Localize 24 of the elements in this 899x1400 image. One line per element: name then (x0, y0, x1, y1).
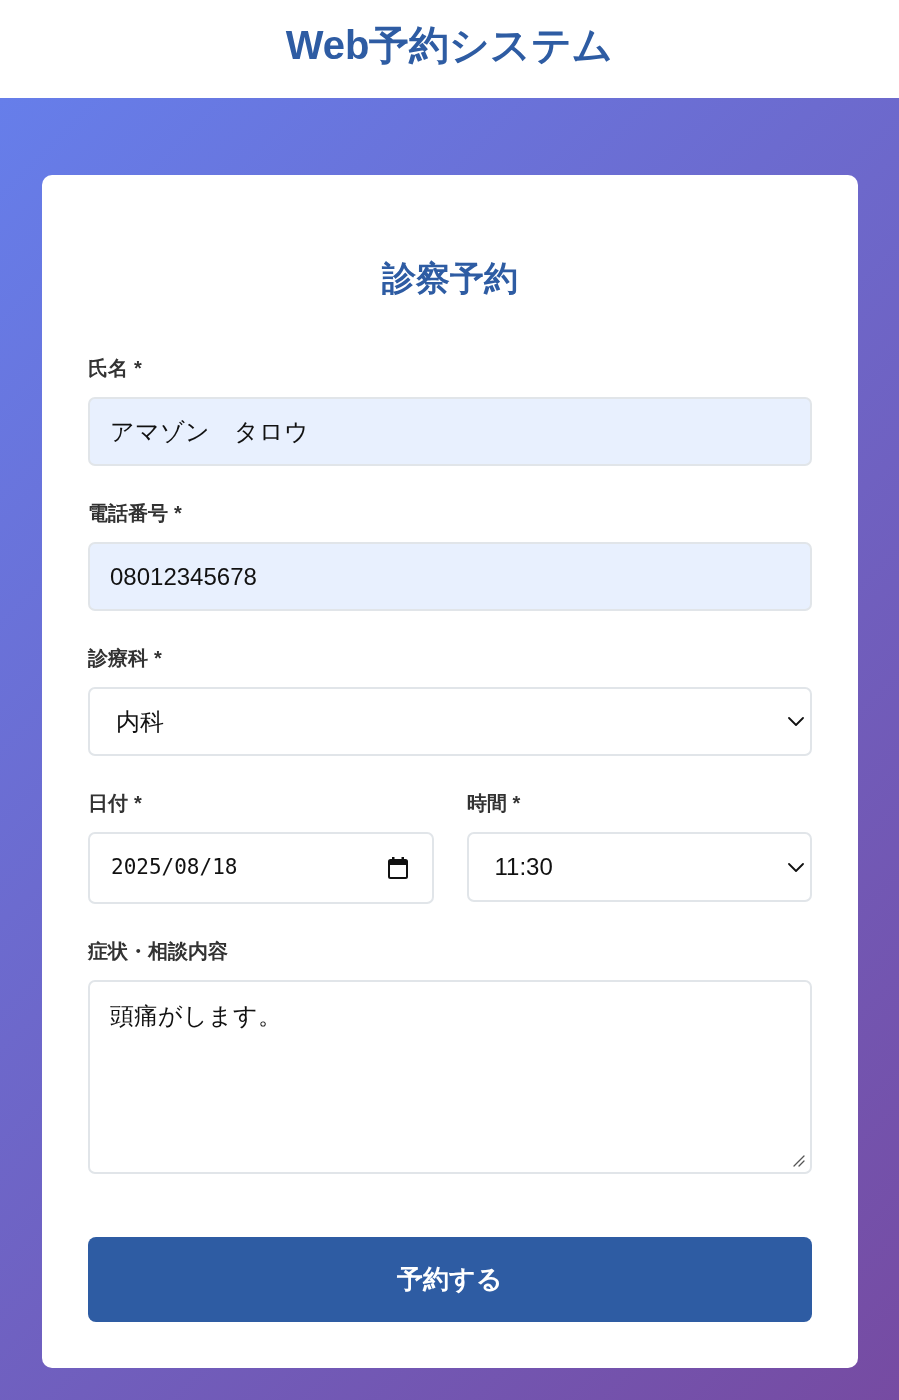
submit-button[interactable]: 予約する (88, 1237, 812, 1322)
field-label: 電話番号 (88, 501, 168, 525)
text-input[interactable]: 08012345678 (88, 542, 812, 611)
field-label: 氏名 (88, 356, 128, 380)
text-input[interactable]: アマゾン タロウ (88, 397, 812, 466)
site-title: Web予約システム (285, 22, 614, 69)
date-input[interactable]: 2025/08/18 (88, 832, 434, 904)
required-mark: * (154, 646, 162, 670)
calendar-icon (387, 857, 408, 879)
field-label: 診療科 (88, 646, 148, 670)
field-label: 日付 (88, 791, 128, 815)
chevron-down-icon (788, 862, 804, 872)
chevron-down-icon (788, 717, 804, 726)
resize-grip-icon (793, 1155, 805, 1167)
field-label: 時間 (466, 791, 507, 815)
form-title: 診察予約 (381, 258, 519, 299)
select-dropdown[interactable]: 11:30 (466, 832, 812, 902)
required-mark: * (174, 501, 182, 525)
required-mark: * (134, 791, 142, 815)
text-area[interactable]: 頭痛がします。 (88, 980, 812, 1174)
select-dropdown[interactable]: 内科 (88, 687, 812, 756)
required-mark: * (512, 791, 521, 815)
required-mark: * (134, 356, 142, 380)
field-label: 症状・相談内容 (88, 939, 228, 963)
